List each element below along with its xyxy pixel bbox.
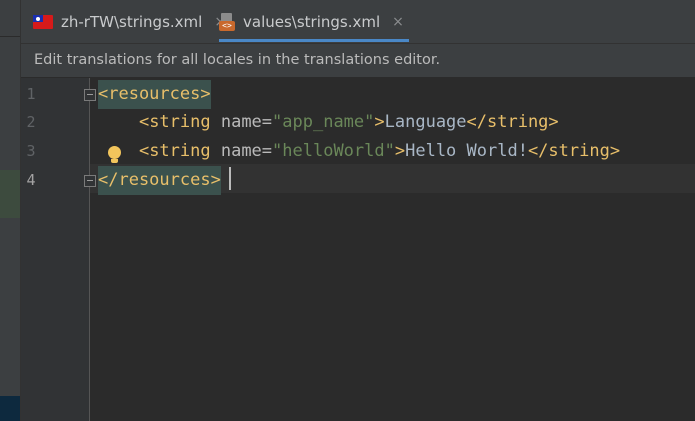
code-line-4[interactable]: 4 </resources> <box>0 166 695 195</box>
code-text: <resources> <box>98 80 211 109</box>
tab-label: values\strings.xml <box>243 13 381 31</box>
close-tab-icon[interactable]: × <box>392 14 404 30</box>
xml-file-icon: <> <box>219 13 235 31</box>
line-number: 4 <box>26 171 36 189</box>
line-number: 3 <box>26 142 36 160</box>
text-caret <box>229 167 231 190</box>
line-number: 2 <box>26 113 36 131</box>
notice-text[interactable]: Edit translations for all locales in the… <box>34 52 440 68</box>
tab-label: zh-rTW\strings.xml <box>61 13 203 31</box>
xml-bracket: > <box>374 112 385 132</box>
taiwan-flag-icon <box>33 15 53 29</box>
intention-bulb-icon[interactable] <box>107 146 123 166</box>
tab-zh-rtw-strings[interactable]: zh-rTW\strings.xml × <box>33 6 226 38</box>
xml-attribute-value: "app_name" <box>272 112 375 132</box>
line-number: 1 <box>26 85 36 103</box>
fold-toggle-icon[interactable] <box>84 89 96 101</box>
xml-open-tag: <resources> <box>98 84 211 104</box>
xml-text: Language <box>384 112 467 132</box>
xml-open-tag: <string <box>138 141 211 161</box>
xml-close-tag: </string> <box>527 141 621 161</box>
fold-toggle-icon[interactable] <box>84 175 96 187</box>
project-panel-edge <box>0 0 21 421</box>
xml-close-tag: </string> <box>466 112 559 132</box>
code-text: <string name="helloWorld">Hello World!</… <box>98 137 620 166</box>
active-tab-indicator <box>219 39 409 42</box>
editor-tab-bar: zh-rTW\strings.xml × <> values\strings.x… <box>21 0 695 44</box>
bulb-base <box>111 159 118 163</box>
xml-open-tag: <string <box>138 112 211 132</box>
xml-tag-shape: <> <box>219 21 235 31</box>
translations-editor-notice[interactable]: Edit translations for all locales in the… <box>21 44 695 78</box>
code-text: </resources> <box>98 166 221 195</box>
status-item-highlight[interactable] <box>0 396 21 421</box>
flag-sun <box>36 16 40 21</box>
xml-text: Hello World! <box>405 141 528 161</box>
code-line-3[interactable]: 3 <string name="helloWorld">Hello World!… <box>0 137 695 166</box>
xml-bracket: > <box>394 141 406 161</box>
panel-separator <box>0 36 21 37</box>
xml-attribute: name= <box>210 112 273 132</box>
xml-attribute: name= <box>210 141 273 161</box>
code-text: <string name="app_name">Language</string… <box>98 108 559 137</box>
xml-attribute-value: "helloWorld" <box>272 141 395 161</box>
code-line-1[interactable]: 1 <resources> <box>0 80 695 109</box>
xml-close-tag: </resources> <box>98 170 221 190</box>
tab-values-strings[interactable]: <> values\strings.xml × <box>219 6 409 42</box>
bulb-glass <box>108 146 121 159</box>
code-line-2[interactable]: 2 <string name="app_name">Language</stri… <box>0 108 695 137</box>
